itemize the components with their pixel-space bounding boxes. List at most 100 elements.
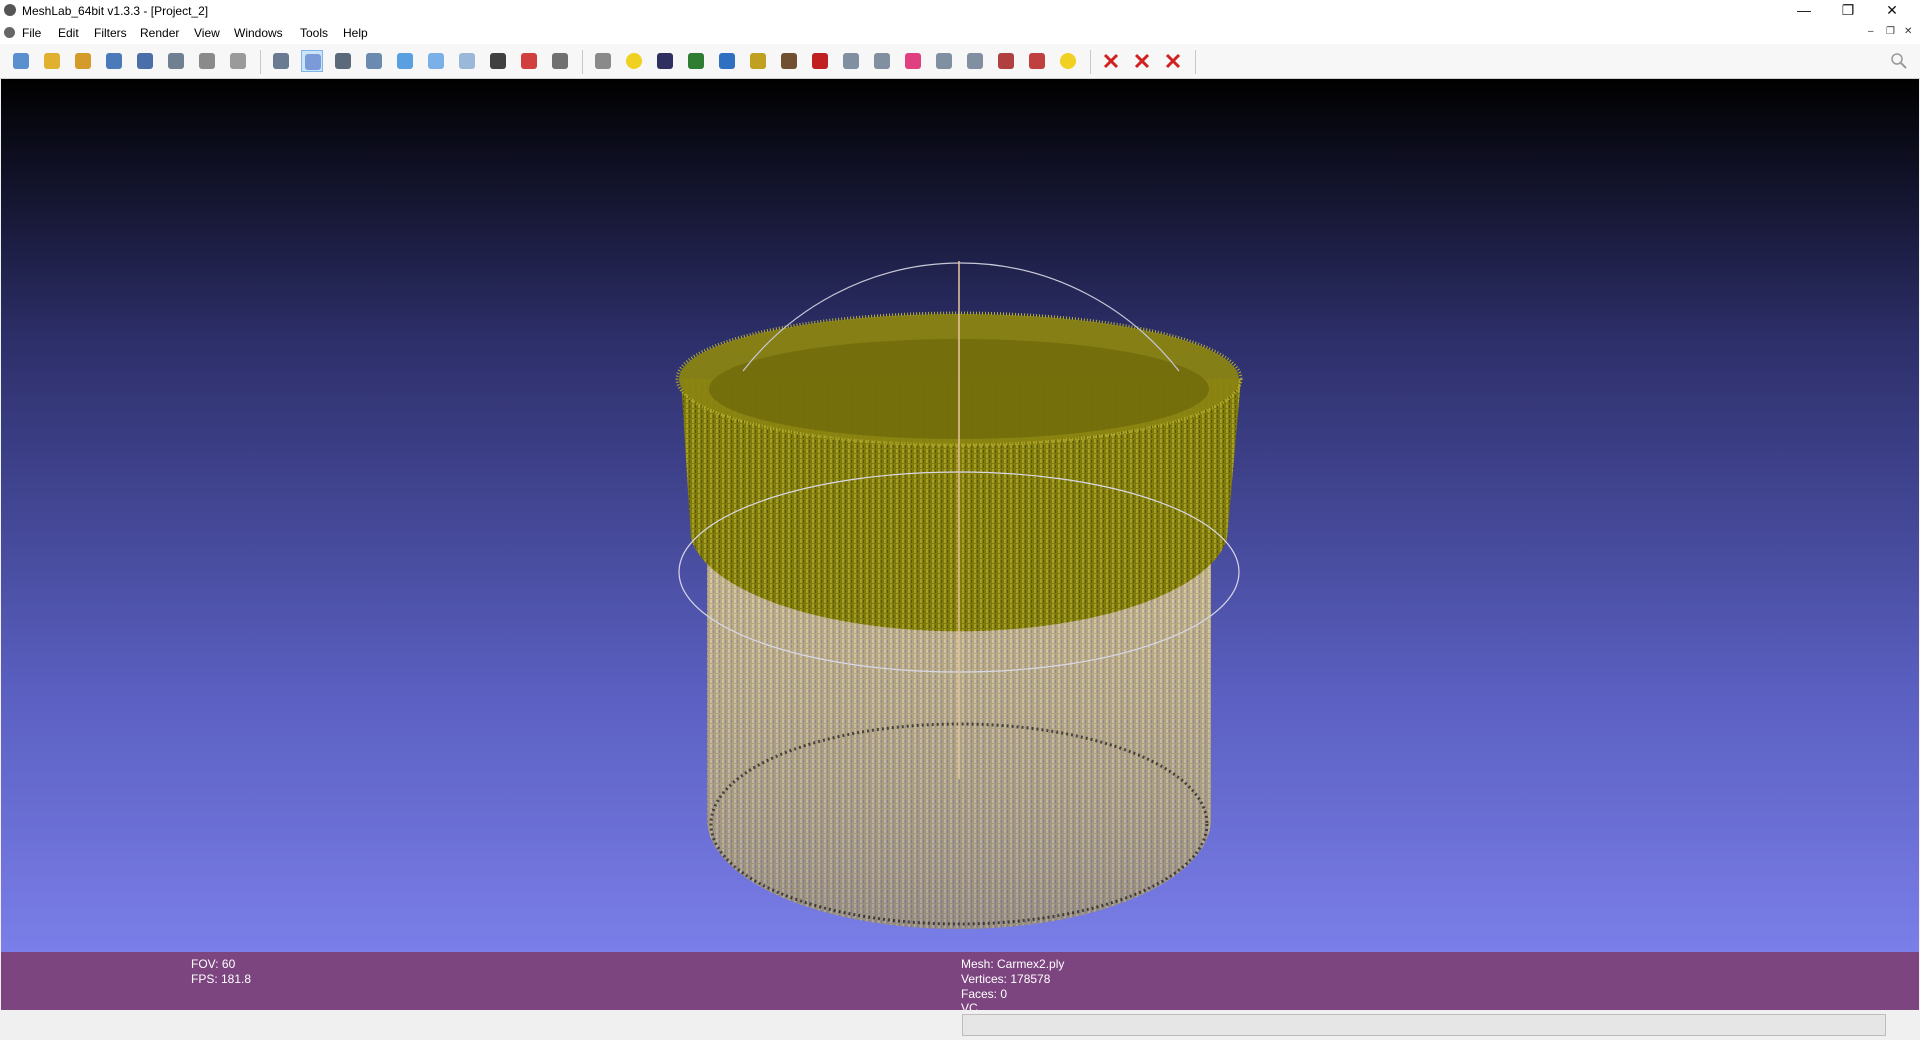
texture-icon-glyph bbox=[459, 53, 475, 69]
new-project-icon[interactable] bbox=[10, 50, 32, 72]
select-connected-icon[interactable] bbox=[1026, 50, 1048, 72]
quality-icon-glyph bbox=[843, 53, 859, 69]
menu-tools[interactable]: Tools bbox=[300, 26, 328, 40]
mdi-minimize-button[interactable]: – bbox=[1868, 26, 1874, 37]
color-icon[interactable] bbox=[902, 50, 924, 72]
flat-lines-icon-glyph bbox=[366, 53, 382, 69]
trackball-icon-glyph bbox=[595, 53, 611, 69]
open-project-icon[interactable] bbox=[41, 50, 63, 72]
menu-windows[interactable]: Windows bbox=[234, 26, 283, 40]
mesh-name-text: Mesh: Carmex2.ply bbox=[961, 957, 1065, 971]
points-icon-glyph bbox=[305, 54, 321, 70]
paint-brush-icon[interactable] bbox=[747, 50, 769, 72]
pick-points-icon[interactable] bbox=[809, 50, 831, 72]
texture-paint-icon[interactable] bbox=[685, 50, 707, 72]
back-face-icon[interactable] bbox=[549, 50, 571, 72]
double-side-icon[interactable] bbox=[518, 50, 540, 72]
select-faces-icon-glyph bbox=[967, 53, 983, 69]
save-icon-glyph bbox=[137, 53, 153, 69]
image-alignment-icon[interactable] bbox=[654, 50, 676, 72]
trackball-icon[interactable] bbox=[592, 50, 614, 72]
mesh-canvas[interactable] bbox=[1, 79, 1919, 952]
light-icon[interactable] bbox=[487, 50, 509, 72]
delete-all-icon[interactable] bbox=[1162, 50, 1184, 72]
double-side-icon-glyph bbox=[521, 53, 537, 69]
progress-bar bbox=[962, 1014, 1886, 1036]
select-connected-icon-glyph bbox=[1029, 53, 1045, 69]
menu-help[interactable]: Help bbox=[343, 26, 368, 40]
brush-icon-glyph bbox=[781, 53, 797, 69]
quality-icon[interactable] bbox=[840, 50, 862, 72]
vertices-text: Vertices: 178578 bbox=[961, 972, 1051, 986]
annotation-icon-glyph bbox=[626, 53, 642, 69]
smooth-icon-glyph bbox=[428, 53, 444, 69]
wireframe-icon-glyph bbox=[335, 53, 351, 69]
reference-icon[interactable] bbox=[933, 50, 955, 72]
delete-faces-icon[interactable] bbox=[1131, 50, 1153, 72]
select-faces-icon[interactable] bbox=[964, 50, 986, 72]
minimize-button[interactable]: — bbox=[1782, 0, 1826, 22]
toolbar-separator bbox=[1195, 50, 1196, 74]
meshlab-app-icon bbox=[4, 4, 16, 16]
layers-icon[interactable] bbox=[196, 50, 218, 72]
delete-vertices-icon[interactable] bbox=[1100, 50, 1122, 72]
paint-brush-icon-glyph bbox=[750, 53, 766, 69]
color-icon-glyph bbox=[905, 53, 921, 69]
menu-edit[interactable]: Edit bbox=[58, 26, 79, 40]
open-project-icon-glyph bbox=[44, 53, 60, 69]
open-mesh-icon[interactable] bbox=[72, 50, 94, 72]
brush-icon[interactable] bbox=[778, 50, 800, 72]
reference-icon-glyph bbox=[936, 53, 952, 69]
flat-lines-icon[interactable] bbox=[363, 50, 385, 72]
mdi-close-button[interactable]: ✕ bbox=[1904, 26, 1912, 37]
bottom-status-bar bbox=[0, 1010, 1920, 1040]
close-button[interactable]: ✕ bbox=[1870, 0, 1914, 22]
save-icon[interactable] bbox=[134, 50, 156, 72]
smooth-icon[interactable] bbox=[425, 50, 447, 72]
toolbar-separator bbox=[1090, 50, 1091, 74]
mdi-restore-button[interactable]: ❐ bbox=[1886, 26, 1895, 37]
layers-icon-glyph bbox=[199, 53, 215, 69]
vertex-select-icon-glyph bbox=[874, 53, 890, 69]
fps-text: FPS: 181.8 bbox=[191, 972, 252, 986]
open-mesh-icon-glyph bbox=[75, 53, 91, 69]
menu-bar: File Edit Filters Render View Windows To… bbox=[0, 22, 1920, 44]
texture-icon[interactable] bbox=[456, 50, 478, 72]
search-icon[interactable] bbox=[1890, 52, 1908, 70]
restore-button[interactable]: ❐ bbox=[1826, 0, 1870, 22]
points-icon[interactable] bbox=[301, 50, 323, 72]
select-area-icon-glyph bbox=[998, 53, 1014, 69]
sphere-render-icon[interactable] bbox=[227, 50, 249, 72]
delete-all-icon-glyph bbox=[1165, 53, 1181, 69]
delete-faces-icon-glyph bbox=[1134, 53, 1150, 69]
wireframe-icon[interactable] bbox=[332, 50, 354, 72]
faces-text: Faces: 0 bbox=[961, 987, 1008, 1001]
info-icon-glyph bbox=[1060, 53, 1076, 69]
menu-filters[interactable]: Filters bbox=[94, 26, 127, 40]
toolbar-separator bbox=[260, 50, 261, 74]
measure-icon[interactable] bbox=[716, 50, 738, 72]
menu-file[interactable]: File bbox=[22, 26, 41, 40]
delete-vertices-icon-glyph bbox=[1103, 53, 1119, 69]
back-face-icon-glyph bbox=[552, 53, 568, 69]
reload-icon[interactable] bbox=[103, 50, 125, 72]
menu-view[interactable]: View bbox=[194, 26, 220, 40]
new-project-icon-glyph bbox=[13, 53, 29, 69]
vertex-select-icon[interactable] bbox=[871, 50, 893, 72]
annotation-icon[interactable] bbox=[623, 50, 645, 72]
fov-text: FOV: 60 bbox=[191, 957, 236, 971]
bounding-box-icon[interactable] bbox=[270, 50, 292, 72]
snapshot-icon[interactable] bbox=[165, 50, 187, 72]
status-overlay: FOV: 60 FPS: 181.8 Mesh: Carmex2.ply Ver… bbox=[1, 952, 1919, 1010]
texture-paint-icon-glyph bbox=[688, 53, 704, 69]
flat-icon[interactable] bbox=[394, 50, 416, 72]
pick-points-icon-glyph bbox=[812, 53, 828, 69]
info-icon[interactable] bbox=[1057, 50, 1079, 72]
document-icon[interactable] bbox=[4, 27, 15, 38]
snapshot-icon-glyph bbox=[168, 53, 184, 69]
sphere-render-icon-glyph bbox=[230, 53, 246, 69]
light-icon-glyph bbox=[490, 53, 506, 69]
3d-viewport[interactable] bbox=[1, 79, 1919, 952]
menu-render[interactable]: Render bbox=[140, 26, 179, 40]
select-area-icon[interactable] bbox=[995, 50, 1017, 72]
